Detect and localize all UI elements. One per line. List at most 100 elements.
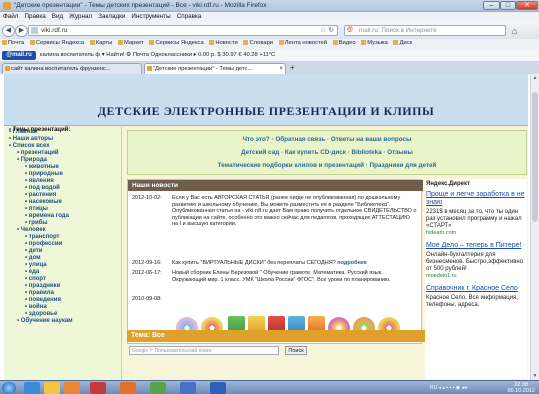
forward-button[interactable]: ▶ [15,25,28,37]
sidebar-item[interactable]: Природа [7,157,118,164]
mailru-logo[interactable]: @mail.ru [2,51,36,60]
bookmark-icon [89,40,95,45]
bookmark-item[interactable]: Видео [331,39,358,47]
ad-title[interactable]: Проще и легче заработка в не знаю [426,191,526,207]
bookmarks-toolbar: Почта Сервисы Яндекса Карты Маркет Серви… [0,39,539,50]
sidebar-item[interactable]: презентаций [7,150,118,157]
ie-taskbar-icon[interactable] [24,382,40,394]
sidebar-item[interactable]: Человек [7,227,118,234]
sidebar-item[interactable]: растения [7,192,118,199]
pdf-taskbar-icon[interactable] [90,382,106,394]
sidebar-item[interactable]: времена года [7,213,118,220]
search-button[interactable]: Поиск [285,346,307,355]
ad-url[interactable]: moedelo1.ru [426,273,526,280]
mailru-toolbar-items[interactable]: калина воспитатель ф ▾ Найти! ⚙ Почта Од… [40,52,275,58]
bookmark-icon [393,40,399,45]
bookmark-item[interactable]: Лента новостей [277,39,329,47]
menu-help[interactable]: Справка [174,12,205,21]
ad-item[interactable]: Мое Дело – теперь в Питере! Онлайн-бухга… [425,242,527,280]
news-date: 2012-09-16: [132,260,162,266]
sidebar-item[interactable]: под водой [7,185,118,192]
tab-favicon-icon [147,66,152,71]
vertical-scrollbar[interactable]: ▲ ▼ [530,74,539,380]
window-title: "Детские презентации" - Темы детских пре… [14,2,267,9]
back-button[interactable]: ◀ [2,25,15,37]
sidebar-item[interactable]: спорт [7,276,118,283]
sidebar-item[interactable]: правила [7,290,118,297]
ad-item[interactable]: Проще и легче заработка в не знаю 2231$ … [425,191,527,237]
close-button[interactable]: ✕ [516,1,538,10]
sidebar-item[interactable]: дом [7,255,118,262]
top-links-row[interactable]: Что это? · Обратная связь · Ответы на ва… [128,136,526,143]
top-links-row[interactable]: Детский сад · Как купить CD-диск · Bibli… [128,149,526,156]
menu-history[interactable]: Журнал [66,12,95,21]
sidebar-item[interactable]: улица [7,262,118,269]
sidebar-item[interactable]: животные [7,164,118,171]
bookmark-item[interactable]: Диск [391,39,414,47]
sidebar-item[interactable]: явления [7,178,118,185]
scroll-down-icon[interactable]: ▼ [531,373,539,379]
menu-bookmarks[interactable]: Закладки [95,12,128,21]
sidebar-item[interactable]: война [7,304,118,311]
search-input[interactable]: @ mail.ru: Поиск в Интернете [344,25,506,36]
media-player-taskbar-icon[interactable] [64,382,80,394]
sidebar-item[interactable]: природные [7,171,118,178]
reload-icon[interactable]: ☆ ↻ [320,26,334,34]
word-taskbar-icon[interactable] [210,382,226,394]
home-icon[interactable]: ⌂ [512,26,517,36]
sidebar-item[interactable]: праздники [7,283,118,290]
menu-file[interactable]: Файл [0,12,21,21]
scrollbar-thumb[interactable] [532,92,538,222]
sidebar-item[interactable]: птицы [7,206,118,213]
tab-kalina[interactable]: сайт калина воспитатель фрунзенс... [2,63,142,74]
bookmark-label: Словари [249,40,274,47]
top-links-row[interactable]: Тематические подборки клипов и презентац… [128,162,526,169]
menu-edit[interactable]: Правка [21,12,48,21]
site-banner: ДЕТСКИЕ ЭЛЕКТРОННЫЕ ПРЕЗЕНТАЦИИ И КЛИПЫ [4,74,528,126]
bookmark-label: Маркет [124,40,144,47]
ad-item[interactable]: Справочник г. Красное Село Красное Село.… [425,285,527,309]
new-tab-button[interactable]: + [290,63,295,72]
sidebar-item[interactable]: дети [7,248,118,255]
app-taskbar-icon[interactable] [150,382,166,394]
bookmark-item[interactable]: Сервисы Яндекса [28,39,86,47]
bookmark-item[interactable]: Словари [241,39,275,47]
start-button-icon[interactable] [2,382,16,394]
sidebar-item[interactable]: профессии [7,241,118,248]
sidebar-item[interactable]: Обучение наукам [7,318,118,325]
sidebar-item[interactable]: здоровье [7,311,118,318]
news-entry: 2012-06-17: Новый сборник Елены Березово… [132,270,420,292]
tab-close-icon[interactable]: × [279,64,283,74]
firefox-taskbar-icon[interactable] [120,382,136,394]
ad-title[interactable]: Справочник г. Красное Село [426,285,526,293]
maximize-button[interactable]: □ [500,1,516,10]
sidebar-item[interactable]: грибы [7,220,118,227]
minimize-button[interactable]: – [483,1,500,10]
tab-presentations[interactable]: "Детские презентации" - Темы детс... × [144,63,286,74]
sidebar-item[interactable]: насекомые [7,199,118,206]
sidebar-item[interactable]: поведения [7,297,118,304]
scroll-up-icon[interactable]: ▲ [531,75,539,81]
bookmark-item[interactable]: Почта [0,39,26,47]
bookmark-item[interactable]: Сервисы Яндекса [147,39,205,47]
clock[interactable]: 22:38 06.10.2012 [507,382,535,394]
url-text: viki.rdf.ru [41,27,68,34]
ad-title[interactable]: Мое Дело – теперь в Питере! [426,242,526,250]
sidebar-item: Темы презентаций: [7,127,71,151]
bookmark-item[interactable]: Карты [88,39,115,47]
bookmark-item[interactable]: Музыка [359,39,390,47]
ad-url[interactable]: fxdearn.com [426,230,526,237]
skype-taskbar-icon[interactable] [180,382,196,394]
menu-tools[interactable]: Инструменты [128,12,173,21]
news-more-link[interactable]: подробнее [337,260,367,266]
bookmark-item[interactable]: Новости [207,39,239,47]
bookmark-item[interactable]: Маркет [116,39,146,47]
sidebar-item[interactable]: еда [7,269,118,276]
explorer-taskbar-icon[interactable] [44,382,60,394]
mailru-toolbar: @mail.ru калина воспитатель ф ▾ Найти! ⚙… [0,50,539,62]
news-entry: 2012-09-16: Как купить "ВИРТУАЛЬНЫЕ ДИСК… [132,260,420,268]
google-search-input[interactable]: Google™ Пользовательский поиск [129,346,279,355]
sidebar-item[interactable]: транспорт [7,234,118,241]
address-bar[interactable]: viki.rdf.ru ☆ ↻ [28,25,338,36]
menu-view[interactable]: Вид [49,12,66,21]
